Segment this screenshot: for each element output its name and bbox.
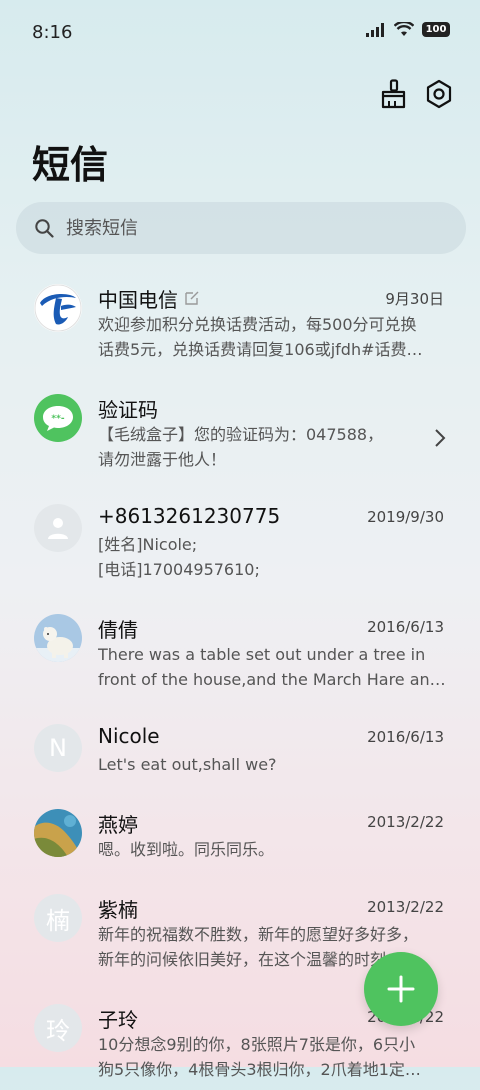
preview-line: 欢迎参加积分兑换话费活动，每500分可兑换 <box>98 315 417 334</box>
contact-name: 紫楠 <box>98 898 138 922</box>
telecom-logo <box>34 284 82 332</box>
message-preview: There was a table set out under a tree i… <box>98 642 446 692</box>
contact-name: 验证码 <box>98 398 158 422</box>
landscape-photo <box>34 809 82 857</box>
message-preview: 欢迎参加积分兑换话费活动，每500分可兑换 话费5元，兑换话费请回复106或jf… <box>98 312 446 362</box>
preview-line: 嗯。收到啦。同乐同乐。 <box>98 840 275 859</box>
message-date: 2013/2/22 <box>367 898 444 916</box>
search-bar[interactable] <box>16 202 466 254</box>
avatar: 楠 <box>34 894 82 942</box>
message-date: 2016/6/13 <box>367 618 444 636</box>
svg-text:**-: **- <box>51 414 64 424</box>
preview-line: front of the house,and the March Hare an… <box>98 670 446 689</box>
person-icon <box>34 504 82 552</box>
contact-name: 子玲 <box>98 1008 138 1032</box>
chevron-right-icon[interactable] <box>434 428 446 452</box>
edit-icon <box>185 291 199 305</box>
verification-code-icon: **- <box>34 394 82 442</box>
status-bar: 8:16 100 <box>0 0 480 66</box>
list-item[interactable]: 倩倩 2016/6/13 There was a table set out u… <box>0 600 480 700</box>
message-preview: Let's eat out,shall we? <box>98 752 446 777</box>
page-title: 短信 <box>32 143 109 187</box>
new-message-button[interactable] <box>364 952 438 1026</box>
message-date: 2013/2/22 <box>367 813 444 831</box>
plus-icon <box>387 975 415 1003</box>
search-icon <box>34 217 56 239</box>
message-preview: 10分想念9别的你，8张照片7张是你，6只小 狗5只像你，4根骨头3根归你，2爪… <box>98 1032 446 1082</box>
wifi-icon <box>394 22 414 36</box>
signal-icon <box>366 22 384 37</box>
message-preview: [姓名]Nicole; [电话]17004957610; <box>98 532 446 582</box>
battery-icon: 100 <box>422 22 450 37</box>
search-input[interactable] <box>64 216 428 240</box>
message-date: 9月30日 <box>385 290 444 308</box>
status-icons: 100 <box>366 22 450 37</box>
preview-line: 【毛绒盒子】您的验证码为：047588， <box>98 425 384 444</box>
preview-line: 新年的祝福数不胜数，新年的愿望好多好多， <box>98 925 419 944</box>
message-preview: 嗯。收到啦。同乐同乐。 <box>98 837 446 862</box>
preview-line: [姓名]Nicole; <box>98 535 198 554</box>
list-item[interactable]: **- 验证码 【毛绒盒子】您的验证码为：047588， 请勿泄露于他人！ <box>0 380 480 480</box>
preview-line: [电话]17004957610; <box>98 560 260 579</box>
preview-line: Let's eat out,shall we? <box>98 755 277 774</box>
polar-bear-photo <box>34 614 82 662</box>
contact-name: 燕婷 <box>98 813 138 837</box>
message-date: 2019/9/30 <box>367 508 444 526</box>
avatar: 玲 <box>34 1004 82 1052</box>
message-preview: 【毛绒盒子】您的验证码为：047588， 请勿泄露于他人！ <box>98 422 446 472</box>
message-date: 2016/6/13 <box>367 728 444 746</box>
settings-icon[interactable] <box>424 76 454 112</box>
preview-line: 话费5元，兑换话费请回复106或jfdh#话费… <box>98 340 423 359</box>
contact-name: 倩倩 <box>98 618 138 642</box>
broom-icon[interactable] <box>378 76 408 112</box>
header-actions <box>378 76 454 112</box>
preview-line: 狗5只像你，4根骨头3根归你，2爪着地1定… <box>98 1060 421 1079</box>
list-item[interactable]: 中国电信 9月30日 欢迎参加积分兑换话费活动，每500分可兑换 话费5元，兑换… <box>0 270 480 370</box>
preview-line: There was a table set out under a tree i… <box>98 645 426 664</box>
list-item[interactable]: +8613261230775 2019/9/30 [姓名]Nicole; [电话… <box>0 490 480 590</box>
contact-name: 中国电信 <box>98 284 200 313</box>
avatar: N <box>34 724 82 772</box>
contact-name: +8613261230775 <box>98 504 281 528</box>
preview-line: 10分想念9别的你，8张照片7张是你，6只小 <box>98 1035 416 1054</box>
status-time: 8:16 <box>32 22 73 43</box>
preview-line: 请勿泄露于他人！ <box>98 450 227 469</box>
contact-name: Nicole <box>98 724 160 748</box>
